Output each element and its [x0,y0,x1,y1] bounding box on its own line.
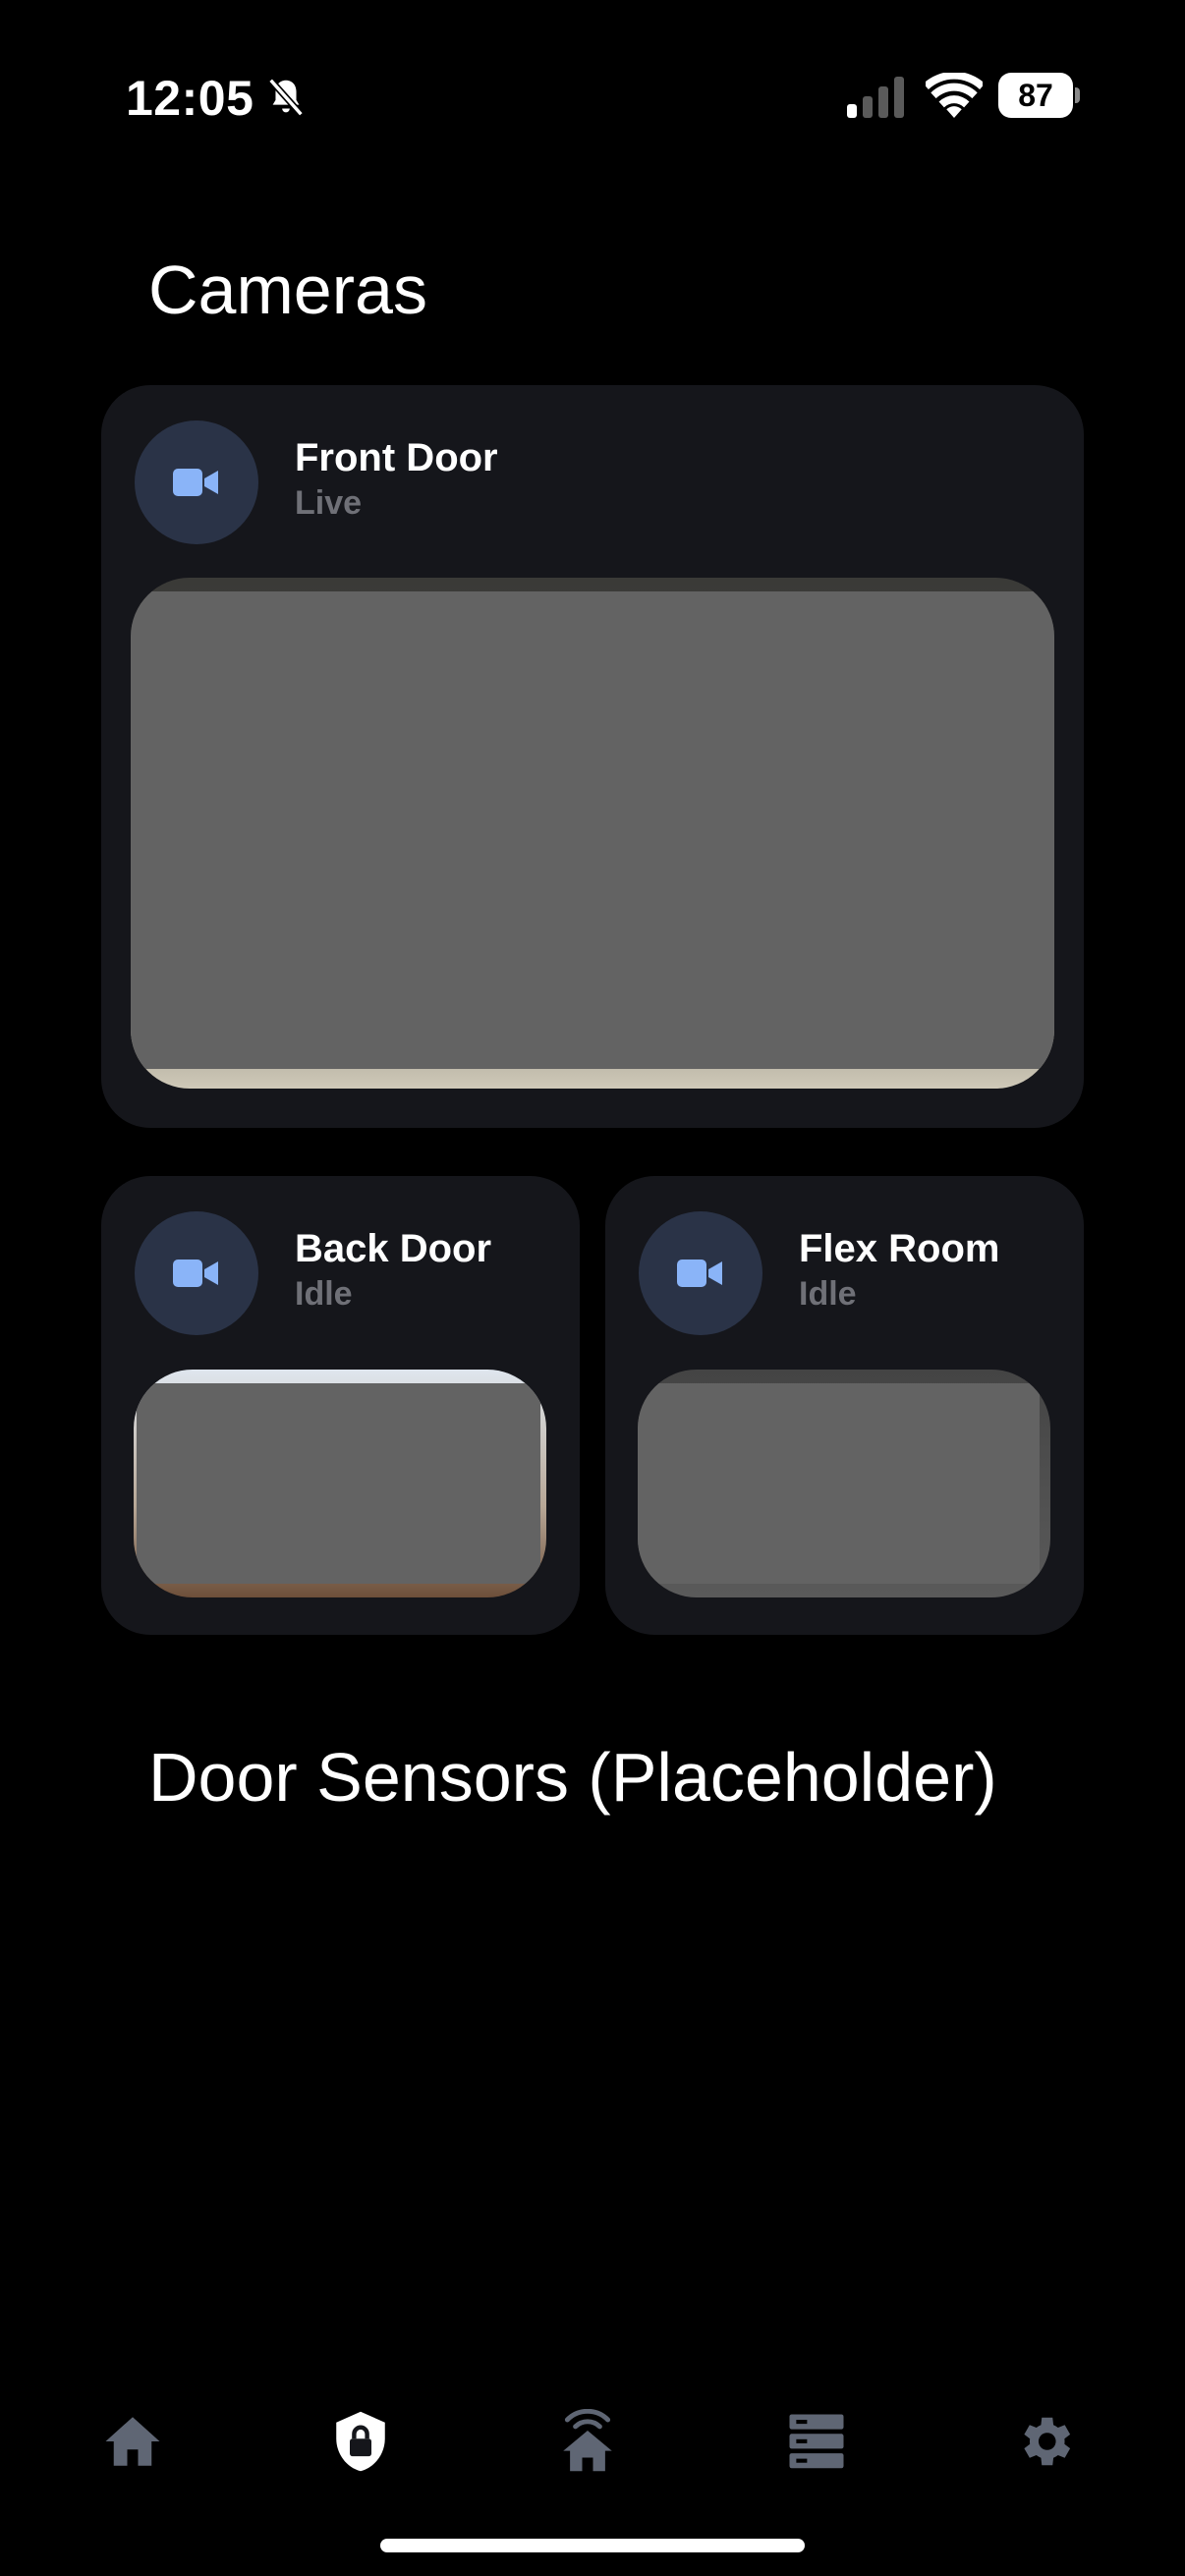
shield-lock-icon [336,2411,385,2472]
nav-alarm[interactable] [534,2387,642,2495]
camera-name: Front Door [295,436,498,479]
nav-home[interactable] [79,2387,187,2495]
door-sensors-heading: Door Sensors (Placeholder) [148,1739,997,1816]
gear-icon [1024,2417,1071,2466]
battery-cap [1075,87,1080,103]
camera-icon-badge [639,1211,762,1335]
battery-icon: 87 [998,73,1080,118]
redacted-area [137,1383,540,1584]
nav-settings[interactable] [990,2387,1099,2495]
video-camera-icon [173,469,218,496]
camera-preview[interactable] [131,578,1054,1089]
home-alarm-icon [563,2409,612,2472]
nav-servers[interactable] [762,2387,871,2495]
home-icon [105,2417,160,2466]
camera-status: Idle [799,1275,857,1313]
camera-card-flex-room[interactable]: Flex Room Idle [605,1176,1084,1635]
status-bar: 12:05 87 [0,0,1185,187]
video-camera-icon [173,1260,218,1287]
camera-icon-badge [135,420,258,544]
cameras-heading: Cameras [148,252,427,328]
camera-name: Back Door [295,1227,492,1270]
cellular-signal-icon [847,77,904,118]
camera-card-front-door[interactable]: Front Door Live [101,385,1084,1128]
video-camera-icon [677,1260,722,1287]
bottom-navigation [0,2387,1185,2495]
battery-level: 87 [998,73,1073,118]
camera-status: Idle [295,1275,353,1313]
home-indicator[interactable] [380,2539,805,2552]
camera-name: Flex Room [799,1227,1000,1270]
server-stack-icon [789,2414,844,2469]
redacted-area [638,1383,1040,1584]
redacted-area [131,591,1054,1069]
camera-icon-badge [135,1211,258,1335]
nav-security[interactable] [307,2387,415,2495]
bell-slash-icon [268,78,304,117]
camera-preview[interactable] [638,1370,1050,1597]
camera-preview[interactable] [134,1370,546,1597]
camera-card-back-door[interactable]: Back Door Idle [101,1176,580,1635]
wifi-icon [926,73,983,118]
camera-status: Live [295,484,363,522]
status-time: 12:05 [126,71,254,126]
